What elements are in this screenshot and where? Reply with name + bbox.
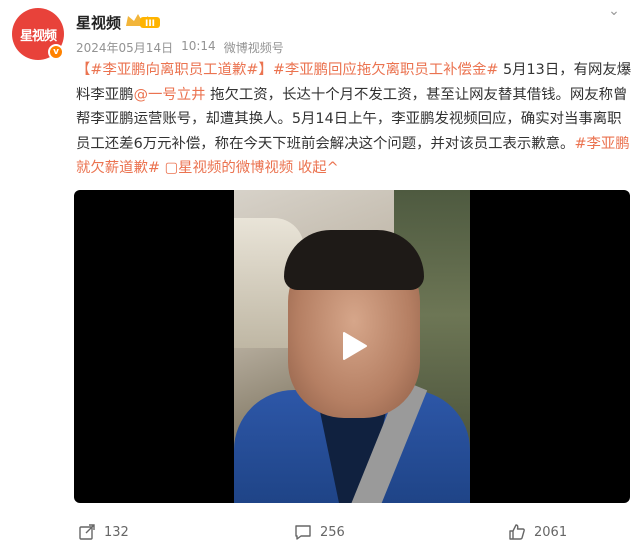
- post-time: 10:14: [181, 39, 216, 53]
- post-text: 【#李亚鹏向离职员工道歉#】#李亚鹏回应拖欠离职员工补偿金# 5月13日，有网友…: [76, 58, 632, 181]
- person-hair: [284, 230, 424, 290]
- verified-badge-icon: v: [48, 44, 64, 60]
- share-count: 132: [104, 524, 129, 540]
- like-count: 2061: [534, 524, 568, 540]
- play-icon[interactable]: [336, 329, 370, 363]
- thumbs-up-icon: [509, 524, 525, 540]
- mention-link[interactable]: @一号立井: [134, 87, 206, 103]
- video-source-link[interactable]: ▢星视频的微博视频: [160, 160, 294, 176]
- post-source: 微博视频号: [223, 41, 284, 55]
- chevron-down-icon[interactable]: ⌄: [606, 4, 622, 20]
- topic-link[interactable]: #李亚鹏回应拖欠离职员工补偿金#: [273, 62, 499, 78]
- topic-link[interactable]: 【#李亚鹏向离职员工道歉#】: [76, 62, 273, 78]
- video-player[interactable]: [74, 190, 630, 503]
- avatar-text: 星视频: [19, 28, 57, 44]
- comment-icon: [295, 525, 311, 540]
- post-date[interactable]: 2024年05月14日: [76, 39, 173, 56]
- like-button[interactable]: 2061: [508, 520, 567, 544]
- action-bar: 132 256 2061: [74, 520, 630, 544]
- author-name[interactable]: 星视频: [76, 12, 121, 33]
- share-button[interactable]: 132: [78, 520, 129, 544]
- comment-count: 256: [320, 524, 345, 540]
- crown-badge-icon: III: [126, 14, 160, 29]
- collapse-link[interactable]: 收起^: [293, 160, 339, 176]
- weibo-post: 星视频 v 星视频 III ⌄ 2024年05月14日 10:14 微博视频号 …: [0, 0, 640, 547]
- post-meta: 2024年05月14日 10:14 微博视频号: [76, 39, 284, 56]
- comment-button[interactable]: 256: [294, 520, 345, 544]
- share-icon: [79, 524, 95, 540]
- level-badge-text: III: [145, 19, 155, 29]
